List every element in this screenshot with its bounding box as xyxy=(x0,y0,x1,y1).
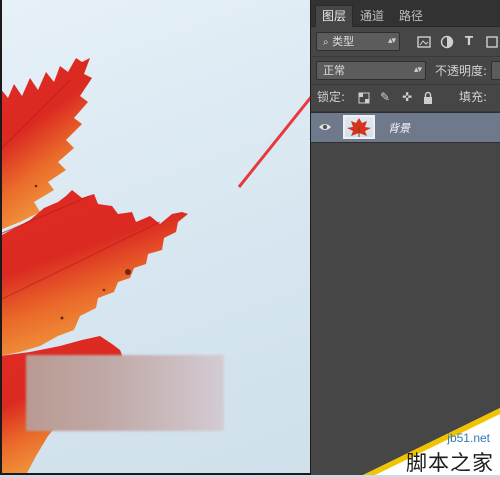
canvas-left-edge xyxy=(0,0,2,475)
lock-all-icon[interactable] xyxy=(421,91,435,105)
watermark-site-name: 脚本之家 xyxy=(406,451,494,475)
opacity-label: 不透明度: xyxy=(435,64,488,78)
blend-row: 正常 ▴▾ 不透明度: xyxy=(311,57,500,85)
watermark-url: jb51.net xyxy=(447,431,490,445)
search-icon: ⌕ xyxy=(323,37,329,48)
filter-row: ⌕ 类型 ▴▾ T xyxy=(311,27,500,57)
tab-channels[interactable]: 通道 xyxy=(354,6,390,26)
visibility-eye-icon[interactable] xyxy=(318,120,332,134)
lock-transparent-pixels-icon[interactable] xyxy=(357,91,371,105)
lock-row: 锁定: ✎ ✜ 填充: xyxy=(311,85,500,112)
fill-label: 填充: xyxy=(459,90,488,104)
blurred-region xyxy=(26,355,224,431)
blend-mode-value: 正常 xyxy=(323,64,345,77)
blend-mode-select[interactable]: 正常 ▴▾ xyxy=(316,61,426,80)
lock-image-pixels-icon[interactable]: ✎ xyxy=(378,90,392,104)
opacity-input[interactable] xyxy=(491,61,500,80)
annotation-arrow xyxy=(237,96,310,188)
site-watermark: jb51.net 脚本之家 xyxy=(363,408,500,475)
lock-label: 锁定: xyxy=(317,90,346,104)
dropdown-arrows-icon: ▴▾ xyxy=(387,36,396,46)
layer-kind-label: 类型 xyxy=(332,35,355,48)
layer-kind-filter[interactable]: ⌕ 类型 ▴▾ xyxy=(316,32,400,51)
type-filter-icon[interactable]: T xyxy=(462,34,476,48)
layer-name: 背景 xyxy=(388,122,410,135)
layers-panel: 图层 通道 路径 ⌕ 类型 ▴▾ T 正常 ▴▾ 不透明度: 锁定: ✎ ✜ 填… xyxy=(311,0,500,475)
layer-row-background[interactable]: 背景 xyxy=(311,112,500,143)
adjustment-filter-icon[interactable] xyxy=(440,35,454,49)
image-filter-icon[interactable] xyxy=(417,35,431,49)
panel-tab-bar: 图层 通道 路径 xyxy=(311,0,500,27)
dropdown-arrows-icon: ▴▾ xyxy=(413,65,422,75)
tab-paths[interactable]: 路径 xyxy=(393,6,429,26)
layer-thumbnail xyxy=(343,115,375,139)
lock-position-icon[interactable]: ✜ xyxy=(400,90,414,104)
tab-layers[interactable]: 图层 xyxy=(315,5,354,27)
document-canvas[interactable] xyxy=(0,0,311,475)
shape-filter-icon[interactable] xyxy=(485,35,499,49)
